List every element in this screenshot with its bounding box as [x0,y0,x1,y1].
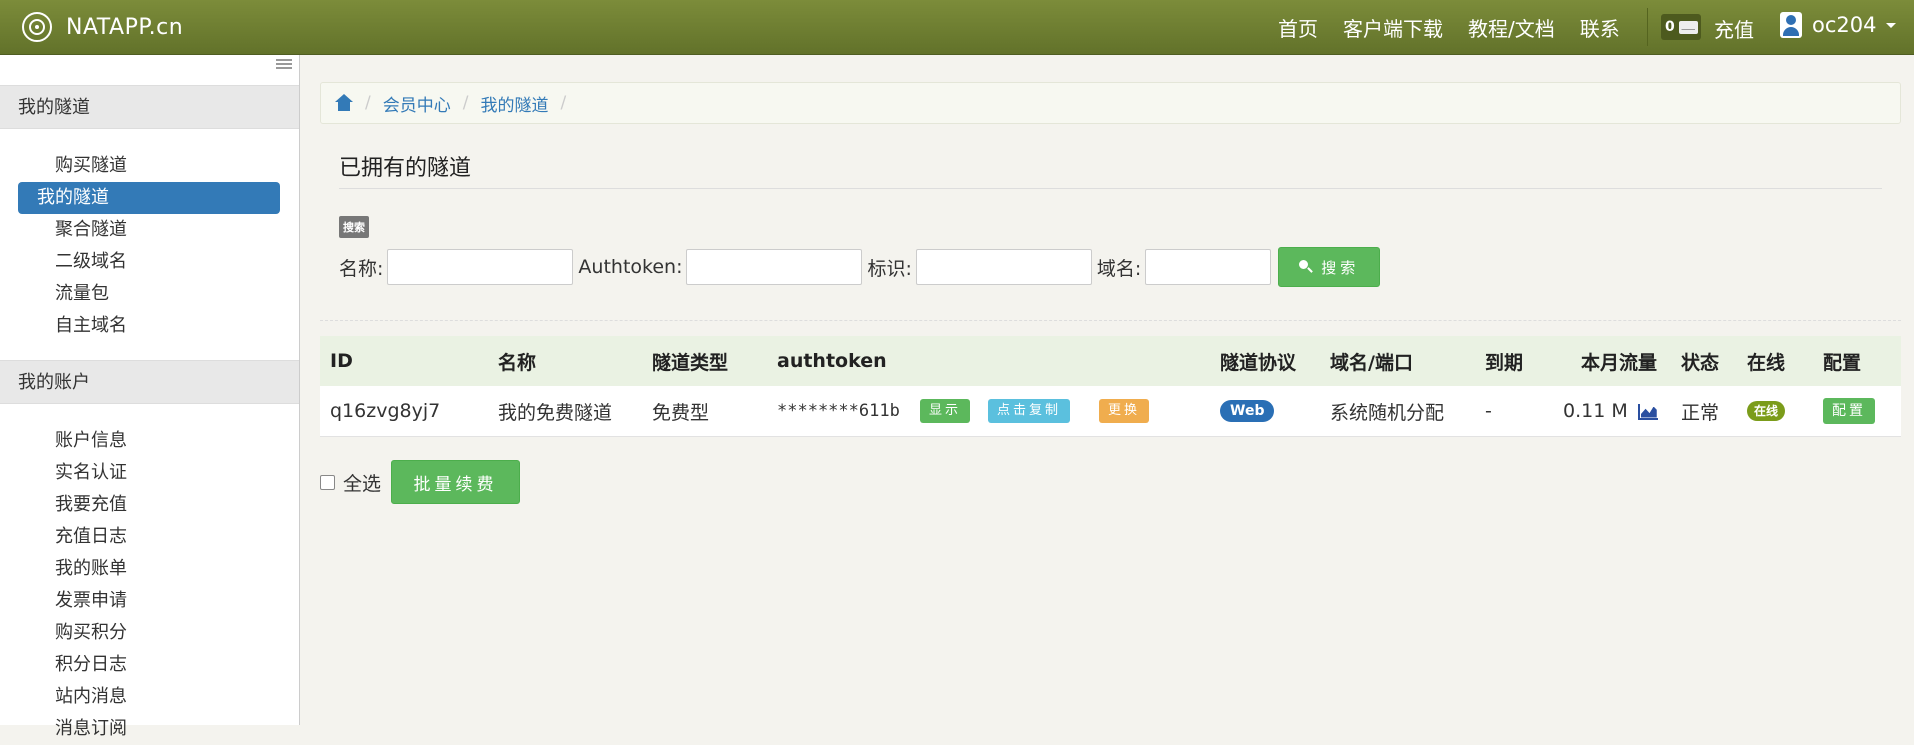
cell-expire: - [1485,400,1492,422]
sidebar-item-buy-tunnel[interactable]: 购买隧道 [18,150,280,182]
header-protocol: 隧道协议 [1220,351,1297,374]
search-icon [1299,260,1313,274]
brand-name: NATAPP.cn [66,14,184,40]
user-icon [1780,12,1802,38]
cell-status: 正常 [1681,401,1720,424]
caret-down-icon [1886,22,1897,28]
header-name: 名称 [498,351,537,374]
header-domain-port: 域名/端口 [1330,351,1413,374]
sidebar-account-list: 账户信息 实名认证 我要充值 充值日志 我的账单 发票申请 购买积分 积分日志 … [0,425,299,745]
user-menu[interactable]: oc204 [1780,12,1897,38]
filter-domain-label: 域名: [1096,257,1142,280]
sidebar-item-messages[interactable]: 站内消息 [18,681,280,713]
show-token-button[interactable]: 显示 [920,399,971,423]
sidebar-item-custom-domain[interactable]: 自主域名 [18,310,280,342]
table-header: ID 名称 隧道类型 authtoken 隧道协议 域名/端口 到期 本月流量 … [320,336,1901,386]
filter-authtoken-input[interactable] [686,249,863,285]
dashed-divider [320,320,1901,321]
select-all-checkbox[interactable] [320,474,335,490]
cell-name: 我的免费隧道 [498,401,613,424]
cell-domain: 系统随机分配 [1330,401,1445,424]
sidebar-item-subscriptions[interactable]: 消息订阅 [18,713,280,745]
breadcrumb: / 会员中心 / 我的隧道 / [320,82,1901,124]
config-button[interactable]: 配置 [1823,398,1875,424]
filter-authtoken-label: Authtoken: [578,256,683,278]
sidebar-item-invoice[interactable]: 发票申请 [18,585,280,617]
sidebar-section-account[interactable]: 我的账户 [0,360,299,404]
messages-button[interactable]: 0 [1661,14,1701,40]
sidebar-item-bills[interactable]: 我的账单 [18,553,280,585]
nav-docs[interactable]: 教程/文档 [1468,13,1555,42]
header-type: 隧道类型 [652,351,729,374]
envelope-icon [1678,20,1698,34]
username: oc204 [1812,13,1877,37]
search-tag: 搜索 [339,216,369,238]
sidebar-section-tunnels[interactable]: 我的隧道 [0,85,299,129]
cell-authtoken: ********611b [777,401,900,421]
search-form: 名称: Authtoken: 标识: 域名: 搜索 [339,247,1381,287]
bulk-actions: 全选 批量续费 [320,460,521,504]
header-config: 配置 [1823,351,1862,374]
header-traffic: 本月流量 [1581,351,1658,374]
search-button-label: 搜索 [1321,258,1360,277]
logo-icon [22,12,52,42]
header-status: 状态 [1681,351,1720,374]
select-all-label[interactable]: 全选 [343,469,381,496]
nav-divider [1647,8,1648,46]
nav-home[interactable]: 首页 [1278,13,1318,42]
filter-domain-input[interactable] [1145,249,1272,285]
search-button[interactable]: 搜索 [1278,247,1381,287]
filter-name-label: 名称: [339,257,384,280]
sidebar-item-my-tunnels[interactable]: 我的隧道 [18,182,280,214]
nav-contact[interactable]: 联系 [1580,13,1620,42]
sidebar-tunnel-list: 购买隧道 我的隧道 聚合隧道 二级域名 流量包 自主域名 [0,150,299,342]
copy-token-button[interactable]: 点击复制 [988,399,1071,423]
sidebar-item-recharge[interactable]: 我要充值 [18,489,280,521]
nav-client-download[interactable]: 客户端下载 [1343,13,1443,42]
bulk-renew-button[interactable]: 批量续费 [391,460,521,504]
table-row: q16zvg8yj7 我的免费隧道 免费型 ********611b 显示 点击… [320,386,1901,437]
sidebar-item-subdomain[interactable]: 二级域名 [18,246,280,278]
header-expire: 到期 [1485,351,1524,374]
traffic-chart-icon[interactable] [1637,403,1658,420]
brand[interactable]: NATAPP.cn [22,10,183,44]
sidebar-collapse-icon[interactable] [276,59,292,71]
filter-tag-input[interactable] [915,249,1092,285]
home-icon[interactable] [335,94,353,112]
message-count: 0 [1665,19,1675,35]
protocol-badge: Web [1220,400,1275,422]
sidebar-item-points-log[interactable]: 积分日志 [18,649,280,681]
cell-traffic: 0.11 M [1563,400,1658,422]
sidebar-item-buy-points[interactable]: 购买积分 [18,617,280,649]
sidebar-item-account-info[interactable]: 账户信息 [18,425,280,457]
header-online: 在线 [1747,351,1786,374]
tunnel-table: ID 名称 隧道类型 authtoken 隧道协议 域名/端口 到期 本月流量 … [320,336,1901,437]
breadcrumb-member-center[interactable]: 会员中心 [383,91,451,116]
sidebar-item-aggregate-tunnel[interactable]: 聚合隧道 [18,214,280,246]
sidebar-item-recharge-log[interactable]: 充值日志 [18,521,280,553]
nav-links: 首页 客户端下载 教程/文档 联系 [1278,0,1645,54]
sidebar-item-verification[interactable]: 实名认证 [18,457,280,489]
page-title: 已拥有的隧道 [339,156,472,181]
change-token-button[interactable]: 更换 [1099,399,1150,423]
filter-name-input[interactable] [387,249,574,285]
cell-type: 免费型 [652,401,710,424]
nav-recharge[interactable]: 充值 [1714,14,1754,43]
filter-tag-label: 标识: [867,257,912,280]
breadcrumb-my-tunnels[interactable]: 我的隧道 [480,91,548,116]
cell-id: q16zvg8yj7 [330,400,441,422]
online-badge: 在线 [1747,401,1786,421]
top-navbar: NATAPP.cn 首页 客户端下载 教程/文档 联系 0 充值 oc204 [0,0,1914,55]
title-divider [339,188,1882,189]
sidebar: 我的隧道 购买隧道 我的隧道 聚合隧道 二级域名 流量包 自主域名 我的账户 账… [0,55,300,739]
header-authtoken: authtoken [777,350,887,372]
traffic-value: 0.11 M [1563,400,1628,422]
sidebar-item-traffic-pack[interactable]: 流量包 [18,278,280,310]
header-id: ID [330,350,353,372]
